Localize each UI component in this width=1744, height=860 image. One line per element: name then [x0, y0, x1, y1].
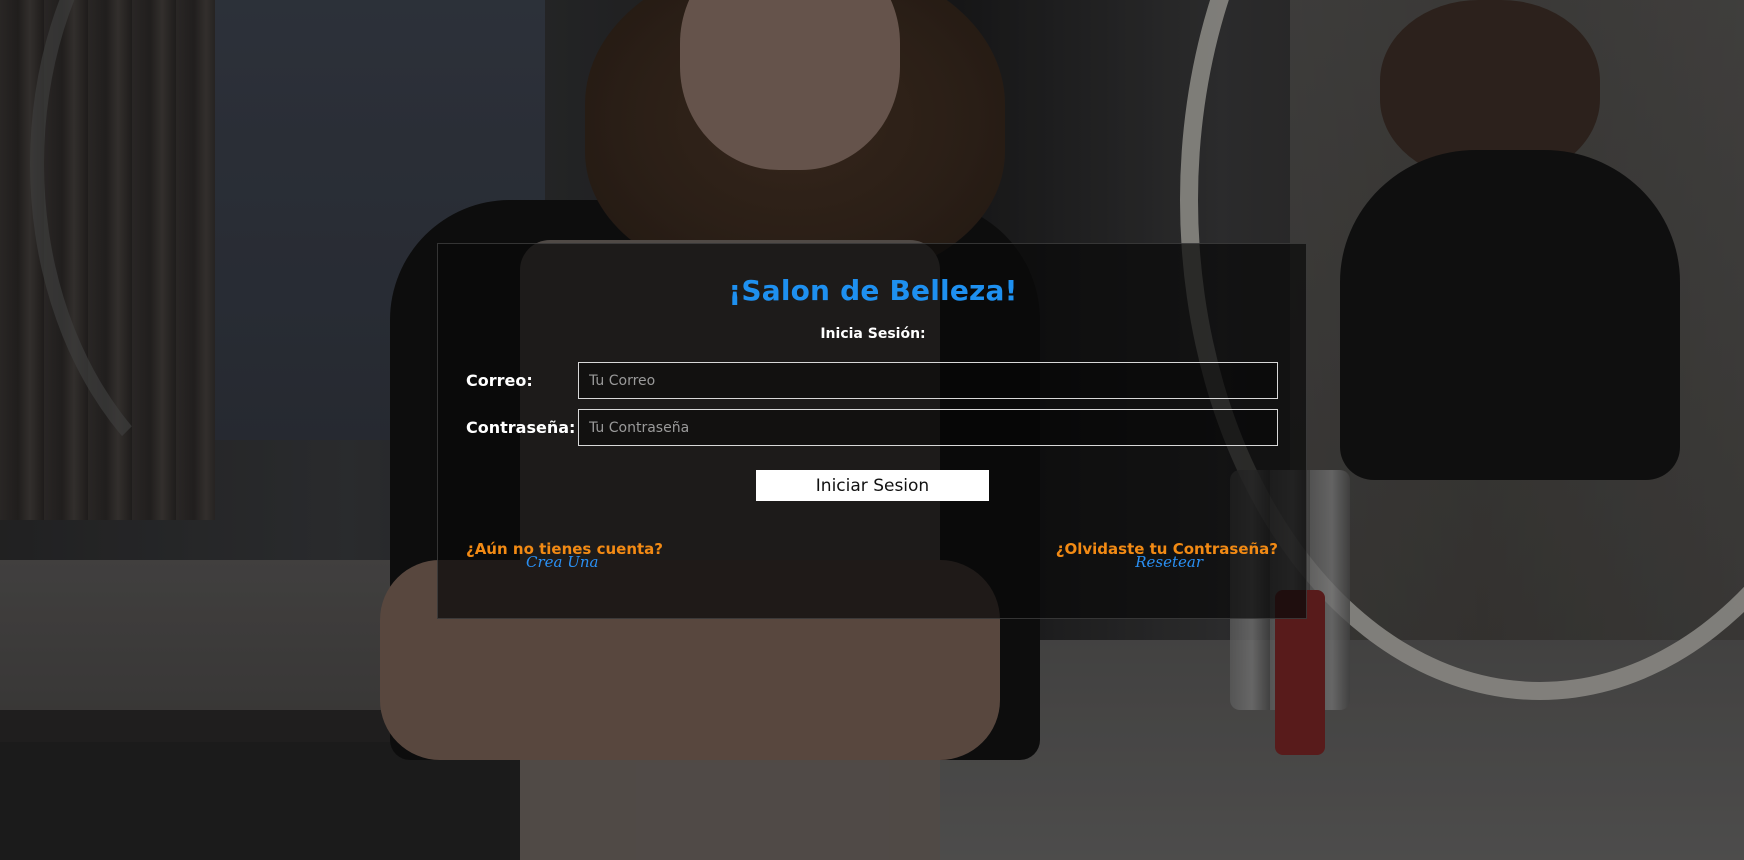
page-title: ¡Salon de Belleza! — [728, 274, 1018, 307]
email-field[interactable] — [578, 362, 1278, 399]
password-label: Contraseña: — [466, 418, 576, 437]
create-account-link[interactable]: ¿Aún no tienes cuenta? Crea Una — [466, 542, 663, 570]
email-label: Correo: — [466, 371, 533, 390]
login-panel: ¡Salon de Belleza! Inicia Sesión: Correo… — [437, 243, 1307, 619]
login-subtitle: Inicia Sesión: — [820, 326, 926, 342]
login-button[interactable]: Iniciar Sesion — [756, 470, 989, 501]
password-field[interactable] — [578, 409, 1278, 446]
forgot-password-link[interactable]: ¿Olvidaste tu Contraseña? Resetear — [1056, 542, 1278, 570]
